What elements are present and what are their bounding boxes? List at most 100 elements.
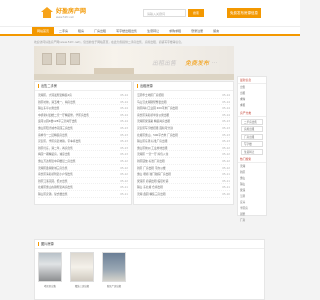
category-button[interactable]: 生意转让 (241, 148, 263, 155)
list-item[interactable]: 新区梅村工业园 200平米厂房出租 05-14 (137, 105, 230, 112)
list-item[interactable]: 江阴华士地区厂房招租 05-14 (137, 92, 230, 99)
list-item[interactable]: 梁溪区 商铺出租 临街旺铺 05-11 (137, 178, 230, 185)
category-button[interactable]: 厂房出租 (241, 133, 263, 140)
list-item[interactable]: 北塘区惠山古镇附近两房出售 05-11 (38, 184, 128, 191)
listing-title[interactable]: 新区江溪花园，低价出售 (38, 178, 68, 184)
listing-title[interactable]: 崇安区写字楼招租 面积可分割 (137, 125, 173, 131)
listing-date: 05-13 (120, 132, 128, 137)
nav-item[interactable]: 登录注册 (186, 27, 208, 35)
nav-item[interactable]: 求购求租 (164, 27, 186, 35)
listing-title[interactable]: 滨湖 蠡园 精装三房出租 (137, 191, 166, 197)
list-item[interactable]: 新区坊前，满五唯一，两房出售 05-14 (38, 99, 128, 106)
list-item[interactable]: 锡山 东北塘 仓库出租 05-11 (137, 184, 230, 191)
list-item[interactable]: 新区旺庄，满二年，两房急售 05-13 (38, 145, 128, 152)
list-item[interactable]: 锡山区东港 标准厂房出租 05-13 (137, 138, 230, 145)
list-item[interactable]: 南长区清名桥附近小户型出售 05-12 (38, 171, 128, 178)
listing-date: 05-14 (120, 112, 128, 117)
listing-date: 05-13 (222, 119, 230, 124)
listing-title[interactable]: 锡山 东北塘 仓库出租 (137, 184, 163, 190)
listing-photo[interactable] (70, 252, 94, 282)
list-item[interactable]: 中桥新村四楼二室一厅精装修，学区房出售 05-14 (38, 112, 128, 119)
listing-title[interactable]: 江阴华士地区厂房招租 (137, 92, 164, 98)
sidebar-link[interactable]: 求租 (240, 103, 264, 109)
category-button[interactable]: 房屋出租 (241, 126, 263, 132)
list-item[interactable]: 惠山区前洲 工业用地出租 05-12 (137, 145, 230, 152)
listing-title[interactable]: 锡山区东港 标准厂房出租 (137, 138, 167, 144)
listing-title[interactable]: 惠山区阳光城市花园三房出售 (38, 125, 73, 131)
list-item[interactable]: 新区江溪花园，低价出售 05-12 (38, 178, 128, 185)
photo-caption[interactable]: 新区厂房出租 (101, 284, 127, 288)
nav-item[interactable]: 二手房 (54, 27, 73, 35)
listing-title[interactable]: 南长区清名桥单身公寓出租 (137, 112, 169, 118)
list-item[interactable]: 滨湖区梁溪路 精装两房出租 05-13 (137, 118, 230, 125)
listing-title[interactable]: 中桥新村四楼二室一厅精装修，学区房出售 (38, 112, 89, 118)
listing-date: 05-12 (120, 178, 128, 183)
sale-listings-panel: 出售二手房 滨湖区，大润发附近精装2房 05-14 新区坊前，满五唯一，两房出售 05… (34, 81, 132, 205)
listing-title[interactable]: 惠山区前洲 工业用地出租 (137, 145, 167, 151)
listing-title[interactable]: 新区坊前，满五唯一，两房出售 (38, 99, 76, 105)
category-button[interactable]: 二手房出售 (241, 118, 263, 125)
listing-title[interactable]: 锡山区安镇，复式楼出售 (38, 191, 68, 197)
listing-title[interactable]: 新区梅村工业园 200平米厂房出租 (137, 105, 178, 111)
search-button[interactable]: 搜索 (188, 9, 204, 17)
listing-title[interactable]: 南长区清名桥附近小户型出售 (38, 171, 73, 177)
listing-title[interactable]: 滨湖区蠡湖新城三房急售 (38, 165, 68, 171)
promo-banner[interactable]: 出租出售 免费发布 ... (34, 46, 234, 80)
listing-title[interactable]: 新区硕放 标准厂房出租 (137, 158, 165, 164)
list-item[interactable]: 滨湖区，大润发附近精装2房 05-14 (38, 92, 128, 99)
listing-title[interactable]: 滨湖区梁溪路 精装两房出租 (137, 118, 170, 124)
listing-title[interactable]: 崇安区，学区房近地铁，带车库出售 (38, 138, 81, 144)
list-item[interactable]: 新区硕放 标准厂房出租 05-12 (137, 158, 230, 165)
list-item[interactable]: 南长区清名桥单身公寓出租 05-14 (137, 112, 230, 119)
list-item[interactable]: 滨湖 蠡园 精装三房出租 05-10 (137, 191, 230, 198)
photo-caption[interactable]: 精装三房出租 (69, 284, 95, 288)
list-item[interactable]: 运河公园4楼128平三室两厅出售 05-14 (38, 118, 128, 125)
panel-title-sale: 出售二手房 (35, 82, 131, 91)
nav-item[interactable]: 租房 (73, 27, 89, 35)
listing-title[interactable]: 马山沿太湖别墅整套出租 (137, 99, 167, 105)
list-item[interactable]: 惠山区阳光城市花园三房出售 05-13 (38, 125, 128, 132)
listing-title[interactable]: 滨湖区，大润发附近精装2房 (38, 92, 72, 98)
nav-item[interactable]: 生意转让 (142, 27, 164, 35)
logo-subtitle: www.51fc.net (56, 16, 74, 19)
site-logo[interactable]: 好盈房产网 www.51fc.net (40, 6, 86, 19)
listing-title[interactable]: 梅园一期精装房，诚意出售 (38, 151, 70, 157)
listing-title[interactable]: 北塘区惠山，500平方米 厂房出租 (137, 132, 178, 138)
search-input[interactable]: 请输入关键词 (143, 9, 186, 17)
listing-photo[interactable] (102, 252, 126, 282)
list-item[interactable]: 惠山 堰桥 独门独院厂房出租 05-11 (137, 171, 230, 178)
post-listing-button[interactable]: 免费发布房源信息 (227, 8, 261, 18)
list-item[interactable]: 滨湖区蠡湖新城三房急售 05-12 (38, 165, 128, 172)
listing-title[interactable]: 滨湖区 一室一厅 拎包入住 (137, 151, 168, 157)
nav-item[interactable]: 写字楼出租出售 (111, 27, 142, 35)
listing-photo[interactable] (38, 252, 62, 282)
listing-title[interactable]: 新区旺庄，满二年，两房急售 (38, 145, 73, 151)
list-item[interactable]: 梅园一期精装房，诚意出售 05-13 (38, 151, 128, 158)
listing-title[interactable]: 惠山 堰桥 独门独院厂房出租 (137, 171, 171, 177)
list-item[interactable]: 马山沿太湖别墅整套出租 05-14 (137, 99, 230, 106)
category-button[interactable]: 写字楼 (241, 141, 263, 147)
sidebar-link[interactable]: 厂房 (240, 218, 264, 224)
list-item[interactable]: 北塘区惠山，500平方米 厂房出租 05-13 (137, 132, 230, 139)
nav-item[interactable]: 厂房出租 (89, 27, 111, 35)
list-item[interactable]: 新区 厂房出租 带办公楼 05-12 (137, 165, 230, 172)
list-item[interactable]: 锡山区安镇，复式楼出售 05-11 (38, 191, 128, 198)
nav-item[interactable]: 网站首页 (32, 27, 55, 35)
listing-date: 05-12 (120, 158, 128, 163)
listing-title[interactable]: 北塘区惠山古镇附近两房出售 (38, 184, 73, 190)
list-item[interactable]: 锡山东亭公寓出售 05-14 (38, 105, 128, 112)
listing-title[interactable]: 梁溪区 商铺出租 临街旺铺 (137, 178, 168, 184)
listing-title[interactable]: 运河公园4楼128平三室两厅出售 (38, 118, 77, 124)
listing-title[interactable]: 惠山万达附近中间楼层二房出售 (38, 158, 76, 164)
photo-caption[interactable]: 毛坯房出售 (37, 284, 63, 288)
list-item[interactable]: 崇安区写字楼招租 面积可分割 05-13 (137, 125, 230, 132)
list-item[interactable]: 南禅寺一二层精装房出售 05-13 (38, 132, 128, 139)
list-item[interactable]: 崇安区，学区房近地铁，带车库出售 05-13 (38, 138, 128, 145)
nav-item[interactable]: 留言 (208, 27, 224, 35)
listing-title[interactable]: 新区 厂房出租 带办公楼 (137, 165, 166, 171)
listing-date: 05-11 (222, 178, 230, 183)
list-item[interactable]: 滨湖区 一室一厅 拎包入住 05-12 (137, 151, 230, 158)
listing-title[interactable]: 南禅寺一二层精装房出售 (38, 132, 68, 138)
listing-title[interactable]: 锡山东亭公寓出售 (38, 105, 60, 111)
list-item[interactable]: 惠山万达附近中间楼层二房出售 05-12 (38, 158, 128, 165)
